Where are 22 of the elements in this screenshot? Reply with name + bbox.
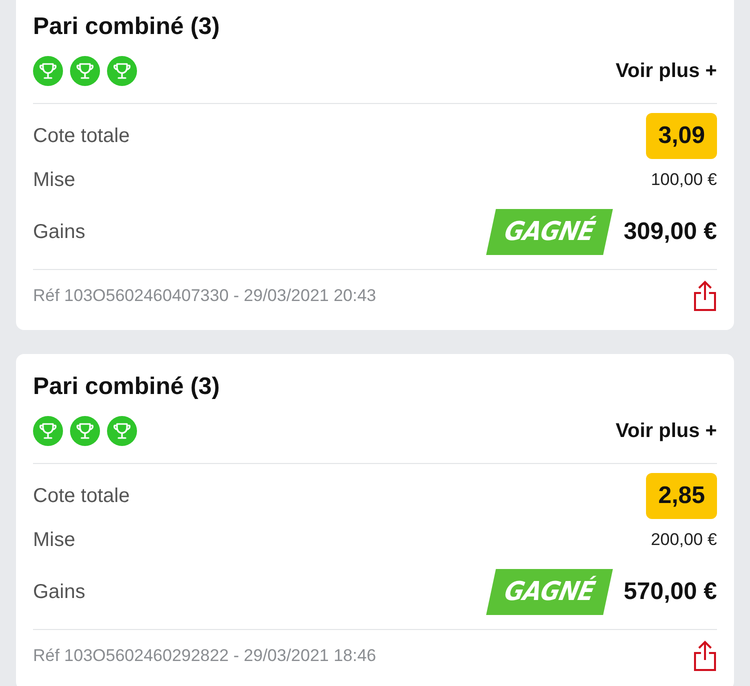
share-icon[interactable] [693, 640, 717, 672]
stake-amount: 100,00 € [650, 169, 717, 192]
see-more-link[interactable]: Voir plus + [616, 416, 717, 446]
stake-amount: 200,00 € [650, 529, 717, 552]
odds-badge: 2,85 [646, 473, 717, 519]
gains-label: Gains [33, 220, 86, 245]
odds-label: Cote totale [33, 484, 130, 509]
gains-amount: 309,00 € [624, 217, 717, 247]
status-badge: GAGNÉ [486, 209, 612, 255]
odds-badge: 3,09 [646, 113, 717, 159]
gains-amount: 570,00 € [624, 577, 717, 607]
bet-title: Pari combiné (3) [33, 372, 221, 402]
status-badge: GAGNÉ [486, 569, 612, 615]
odds-label: Cote totale [33, 124, 130, 149]
stake-label: Mise [33, 528, 76, 553]
stake-label: Mise [33, 168, 76, 193]
share-icon[interactable] [693, 280, 717, 312]
gains-label: Gains [33, 580, 86, 605]
bet-reference: Réf 103O5602460407330 - 29/03/2021 20:43 [33, 285, 376, 308]
bet-title: Pari combiné (3) [33, 12, 221, 42]
see-more-link[interactable]: Voir plus + [616, 56, 717, 86]
bet-reference: Réf 103O5602460292822 - 29/03/2021 18:46 [33, 645, 376, 668]
